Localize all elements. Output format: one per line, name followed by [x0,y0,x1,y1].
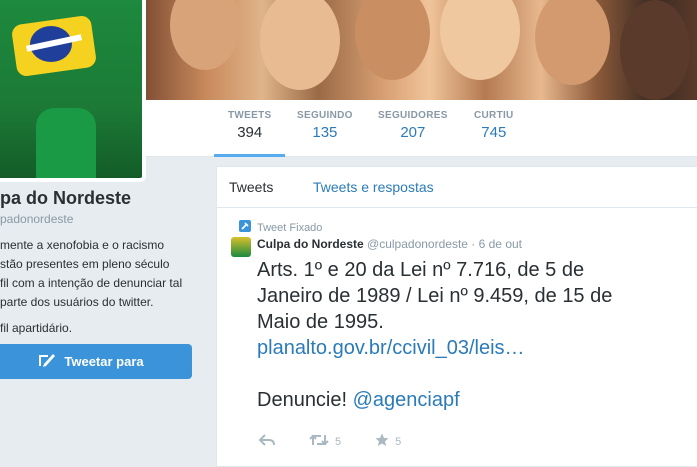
tweet-actions: 5 5 [258,433,435,450]
retweet-count: 5 [335,435,342,448]
tweet-author-name[interactable]: Culpa do Nordeste [257,237,364,251]
stat-value: 745 [481,124,507,141]
stat-label: SEGUINDO [297,110,353,121]
like-action[interactable]: 5 [375,433,401,450]
compose-icon [38,352,56,371]
tweet-author-handle[interactable]: @culpadonordeste [367,237,468,251]
retweet-action[interactable]: 5 [309,434,341,449]
profile-handle[interactable]: padonordeste [0,212,73,226]
stat-label: CURTIU [474,110,514,121]
stat-value: 394 [237,124,263,141]
tab-tweets-replies[interactable]: Tweets e respostas [313,179,434,195]
stat-value: 207 [400,124,426,141]
stat-followers[interactable]: SEGUIDORES 207 [378,110,448,141]
tweet-to-label: Tweetar para [64,354,144,369]
tab-tweets[interactable]: Tweets [229,179,273,195]
bio-line: fil com a intenção de denunciar tal [0,276,183,290]
stat-tweets[interactable]: TWEETS 394 [213,110,287,157]
tweet-link[interactable]: planalto.gov.br/ccivil_03/leis… [257,337,525,359]
reply-action[interactable] [258,434,275,449]
like-count: 5 [395,435,402,448]
stat-label: TWEETS [228,110,272,121]
retweet-icon [309,434,329,449]
timeline-tabs: Tweets Tweets e respostas [217,167,697,208]
bio-extra: fil apartidário. [0,321,73,335]
pinned-indicator: Tweet Fixado [239,220,322,235]
tweet-mention[interactable]: @agenciapf [353,389,460,411]
tweet-closing: Denuncie! [257,389,353,411]
stat-following[interactable]: SEGUINDO 135 [297,110,353,141]
star-icon [375,433,389,450]
tweet-to-button[interactable]: Tweetar para [0,344,192,379]
tweet-line: Arts. 1º e 20 da Lei nº 7.716, de 5 de [257,259,585,281]
stat-label: SEGUIDORES [378,110,448,121]
tweet-text: Arts. 1º e 20 da Lei nº 7.716, de 5 de J… [257,257,693,413]
avatar-body [36,108,96,178]
bio-line: stão presentes em pleno século [0,257,170,271]
timeline: Tweets Tweets e respostas Tweet Fixado C… [216,166,697,467]
profile-avatar[interactable] [0,0,146,182]
bio-line: mente a xenofobia e o racismo [0,238,165,252]
reply-icon [258,434,275,449]
profile-bio: mente a xenofobia e o racismo stão prese… [0,236,200,338]
tweet-date[interactable]: · 6 de out [471,237,522,251]
tweet-author-avatar[interactable] [231,237,251,257]
tweet-line: Maio de 1995. [257,311,384,333]
profile-name: pa do Nordeste [0,188,132,208]
bio-line: parte dos usuários do twitter. [0,295,154,309]
pin-icon [239,220,251,235]
header-banner [140,0,697,100]
stat-value: 135 [312,124,338,141]
tweet-line: Janeiro de 1989 / Lei nº 9.459, de 15 de [257,285,613,307]
stat-likes[interactable]: CURTIU 745 [474,110,514,141]
pinned-label: Tweet Fixado [257,221,323,234]
tweet-header: Culpa do Nordeste @culpadonordeste · 6 d… [257,237,522,251]
